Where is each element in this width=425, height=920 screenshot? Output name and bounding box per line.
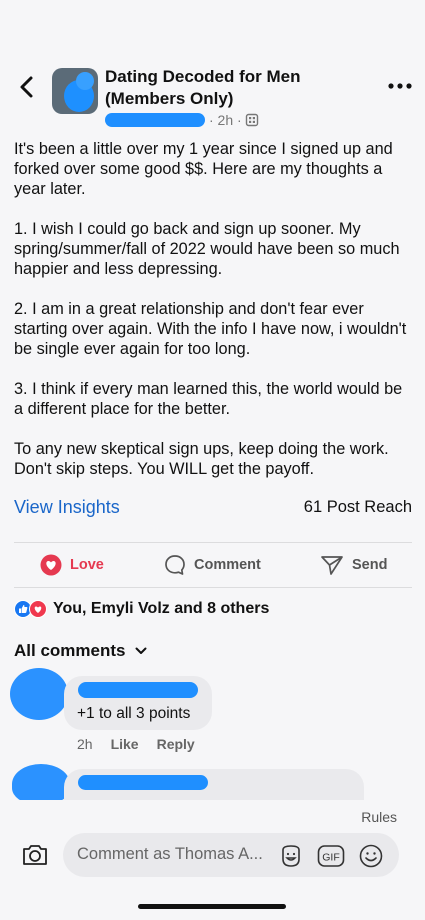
rules-link[interactable]: Rules [361,809,397,825]
reactions-text: You, Emyli Volz and 8 others [53,600,270,617]
commenter-avatar[interactable] [10,668,68,720]
post-paragraph: 2. I am in a great relationship and don'… [14,300,407,358]
redacted-commenter-name [78,775,208,790]
insights-row: View Insights 61 Post Reach [14,497,412,521]
love-label: Love [70,557,104,573]
all-comments-dropdown[interactable]: All comments [14,640,147,662]
comment-box: GIF [63,833,399,877]
all-comments-label: All comments [14,641,126,660]
post-paragraph: It's been a little over my 1 year since … [14,140,393,198]
comment-meta: 2h Like Reply [77,736,195,752]
post-meta: · 2h · [105,111,259,129]
back-arrow-icon[interactable] [14,72,40,102]
comment-composer: Rules GIF [0,800,425,920]
love-icon [40,554,62,576]
comment-reply-button[interactable]: Reply [157,736,195,752]
comment-bubble: +1 to all 3 points [64,676,212,730]
post-header: Dating Decoded for Men (Members Only) · … [0,62,425,132]
send-icon [321,556,343,575]
redacted-commenter-name [78,682,198,698]
send-button[interactable]: Send [320,544,387,586]
gif-button[interactable]: GIF [317,842,345,870]
comment-time: 2h [77,736,93,752]
comment-input[interactable] [77,845,277,864]
send-label: Send [352,557,388,573]
comment-label: Comment [194,557,261,573]
gif-label: GIF [322,852,340,864]
chevron-down-icon [135,647,147,654]
divider [14,587,412,588]
post-paragraph: To any new skeptical sign ups, keep doin… [14,440,389,478]
avatar-sticker-icon[interactable] [277,842,305,870]
love-button[interactable]: Love [40,544,104,586]
post-body: It's been a little over my 1 year since … [14,139,414,499]
emoji-icon[interactable] [357,842,385,870]
group-avatar[interactable] [52,68,98,114]
more-options-icon[interactable] [385,76,415,96]
divider [14,542,412,543]
post-paragraph: 1. I wish I could go back and sign up so… [14,220,400,278]
reactions-summary[interactable]: You, Emyli Volz and 8 others [14,598,269,620]
post-time: · 2h · [209,112,242,128]
comment-text: +1 to all 3 points [77,705,191,722]
post-paragraph: 3. I think if every man learned this, th… [14,380,403,418]
camera-icon[interactable] [20,840,50,870]
gif-icon: GIF [317,845,345,867]
post-reach: 61 Post Reach [303,498,412,516]
home-indicator [138,904,286,909]
view-insights-link[interactable]: View Insights [14,497,120,518]
love-reaction-icon [29,600,47,618]
comment-like-button[interactable]: Like [111,736,139,752]
group-privacy-icon [245,113,258,127]
comment-button[interactable]: Comment [164,544,261,586]
comment-icon [165,555,185,575]
group-title[interactable]: Dating Decoded for Men (Members Only) [105,66,365,110]
commenter-avatar[interactable] [12,764,70,804]
redacted-author-name [105,113,205,127]
post-actions: Love Comment Send [0,544,425,586]
